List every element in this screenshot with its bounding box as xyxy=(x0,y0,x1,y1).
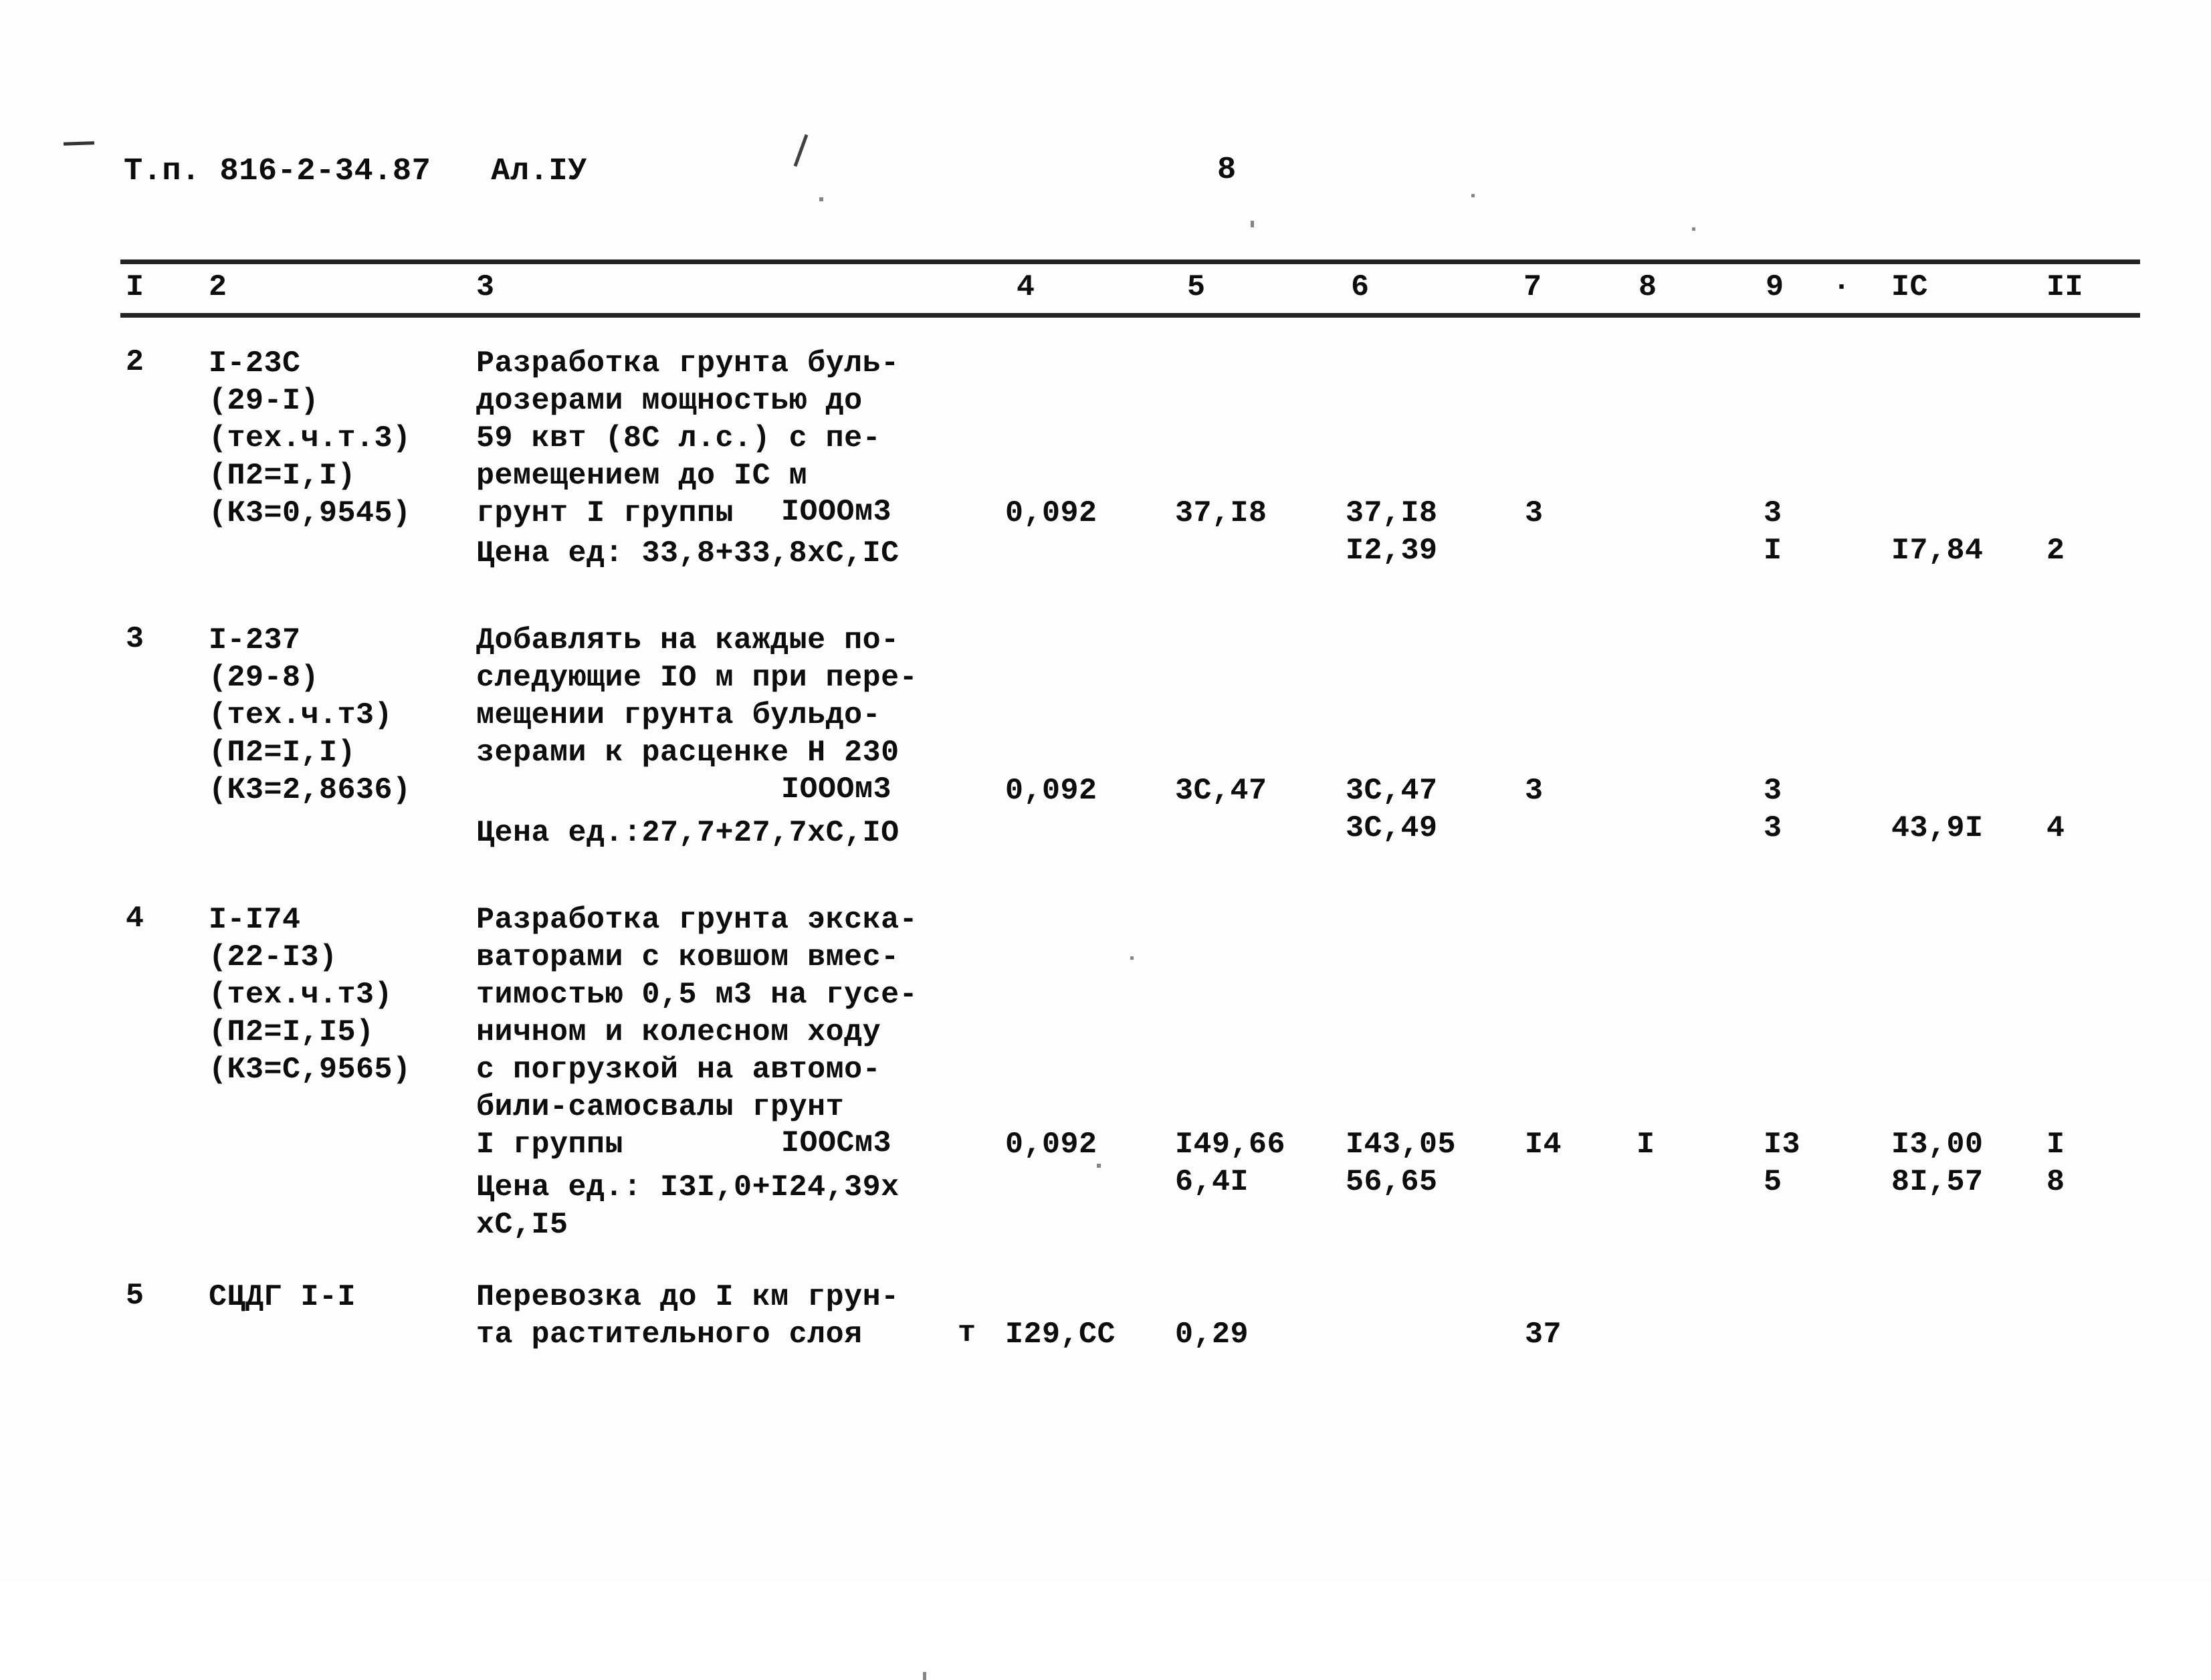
cell-col5: 37,I8 xyxy=(1175,496,1267,530)
cell-col10: I3,00 8I,57 xyxy=(1891,1128,1984,1199)
sheet-code: Т.п. 816-2-34.87 xyxy=(124,154,431,189)
cell-col10: I7,84 xyxy=(1891,534,1984,568)
row-unit: IOOOм3 xyxy=(781,772,892,807)
column-header-10: IC xyxy=(1891,270,1929,304)
scan-artifact-dash xyxy=(63,141,95,146)
column-header-5: 5 xyxy=(1187,270,1206,304)
column-header-2: 2 xyxy=(209,270,227,304)
row-unit: IOOOм3 xyxy=(781,495,892,529)
cell-col11: I 8 xyxy=(2046,1128,2065,1199)
row-unit: т xyxy=(958,1316,976,1350)
table-header-rule xyxy=(120,313,2140,318)
cell-col11: 4 xyxy=(2046,811,2065,845)
scanned-page: Т.п. 816-2-34.87 Ал.IУ 8 I 2 3 4 5 6 7 8 … xyxy=(0,0,2211,1680)
page-number: 8 xyxy=(1217,152,1237,188)
scan-speck xyxy=(1471,194,1475,197)
row-description: Разработка грунта экска- ваторами с ковш… xyxy=(476,903,918,1162)
scan-speck xyxy=(923,1672,926,1680)
scan-speck xyxy=(1692,227,1695,231)
cell-col7: 37 xyxy=(1525,1318,1562,1352)
cell-col9: I3 5 xyxy=(1764,1128,1801,1199)
scan-speck xyxy=(1251,221,1254,227)
column-header-4: 4 xyxy=(1017,270,1035,304)
cell-col7: 3 xyxy=(1525,496,1544,530)
column-header-3: 3 xyxy=(476,270,495,304)
cell-col4: 0,092 xyxy=(1005,496,1097,530)
cell-col5: 0,29 xyxy=(1175,1318,1249,1352)
cell-col4: I29,CC xyxy=(1005,1318,1116,1352)
cell-col8: I xyxy=(1637,1128,1655,1162)
scan-speck xyxy=(1130,956,1134,960)
scan-speck xyxy=(819,197,823,201)
row-unit: IOOCм3 xyxy=(781,1126,892,1160)
cell-col4: 0,092 xyxy=(1005,1128,1097,1162)
row-number: 4 xyxy=(126,902,144,936)
cell-col5: 3C,47 xyxy=(1175,774,1267,808)
column-header-1: I xyxy=(126,270,144,304)
table-column-header-row: I 2 3 4 5 6 7 8 9 · IC II xyxy=(0,270,2211,312)
cell-col10: 43,9I xyxy=(1891,811,1984,845)
cell-col11: 2 xyxy=(2046,534,2065,568)
cell-col6: 3C,47 3C,49 xyxy=(1346,774,1438,845)
row-code-block: I-237 (29-8) (тех.ч.т3) (П2=I,I) (К3=2,8… xyxy=(209,623,411,807)
row-description: Перевозка до I км грун- та растительного… xyxy=(476,1280,900,1352)
column-header-6: 6 xyxy=(1351,270,1370,304)
cell-col6: I43,05 56,65 xyxy=(1346,1128,1457,1199)
row-price-note: Цена ед: 33,8+33,8xC,IC xyxy=(476,536,900,570)
row-number: 5 xyxy=(126,1279,144,1313)
column-header-8: 8 xyxy=(1639,270,1657,304)
scan-artifact-slash xyxy=(793,134,809,167)
row-number: 2 xyxy=(126,345,144,379)
page-header: Т.п. 816-2-34.87 Ал.IУ xyxy=(124,152,587,191)
column-header-separator-dot: · xyxy=(1832,270,1851,304)
row-code-block: I-I74 (22-I3) (тех.ч.т3) (П2=I,I5) (К3=C… xyxy=(209,903,411,1087)
column-header-11: II xyxy=(2046,270,2084,304)
row-description: Добавлять на каждые по- следующие IO м п… xyxy=(476,623,918,770)
row-code-block: СЦДГ I-I xyxy=(209,1280,356,1314)
row-code-block: I-23C (29-I) (тех.ч.т.3) (П2=I,I) (К3=0,… xyxy=(209,346,411,530)
cell-col9: 3 3 xyxy=(1764,774,1782,845)
column-header-7: 7 xyxy=(1523,270,1542,304)
table-top-rule xyxy=(120,259,2140,264)
cell-col6: 37,I8 I2,39 xyxy=(1346,496,1438,568)
column-header-9: 9 xyxy=(1766,270,1784,304)
row-price-note: Цена ед.: I3I,0+I24,39х хC,I5 xyxy=(476,1170,900,1242)
cell-col5: I49,66 6,4I xyxy=(1175,1128,1286,1199)
cell-col7: I4 xyxy=(1525,1128,1562,1162)
cell-col7: 3 xyxy=(1525,774,1544,808)
row-number: 3 xyxy=(126,622,144,656)
cell-col4: 0,092 xyxy=(1005,774,1097,808)
cell-col9: 3 I xyxy=(1764,496,1782,568)
album-label: Ал.IУ xyxy=(491,154,587,189)
row-price-note: Цена ед.:27,7+27,7xC,IO xyxy=(476,816,900,850)
scan-speck xyxy=(1097,1164,1101,1168)
